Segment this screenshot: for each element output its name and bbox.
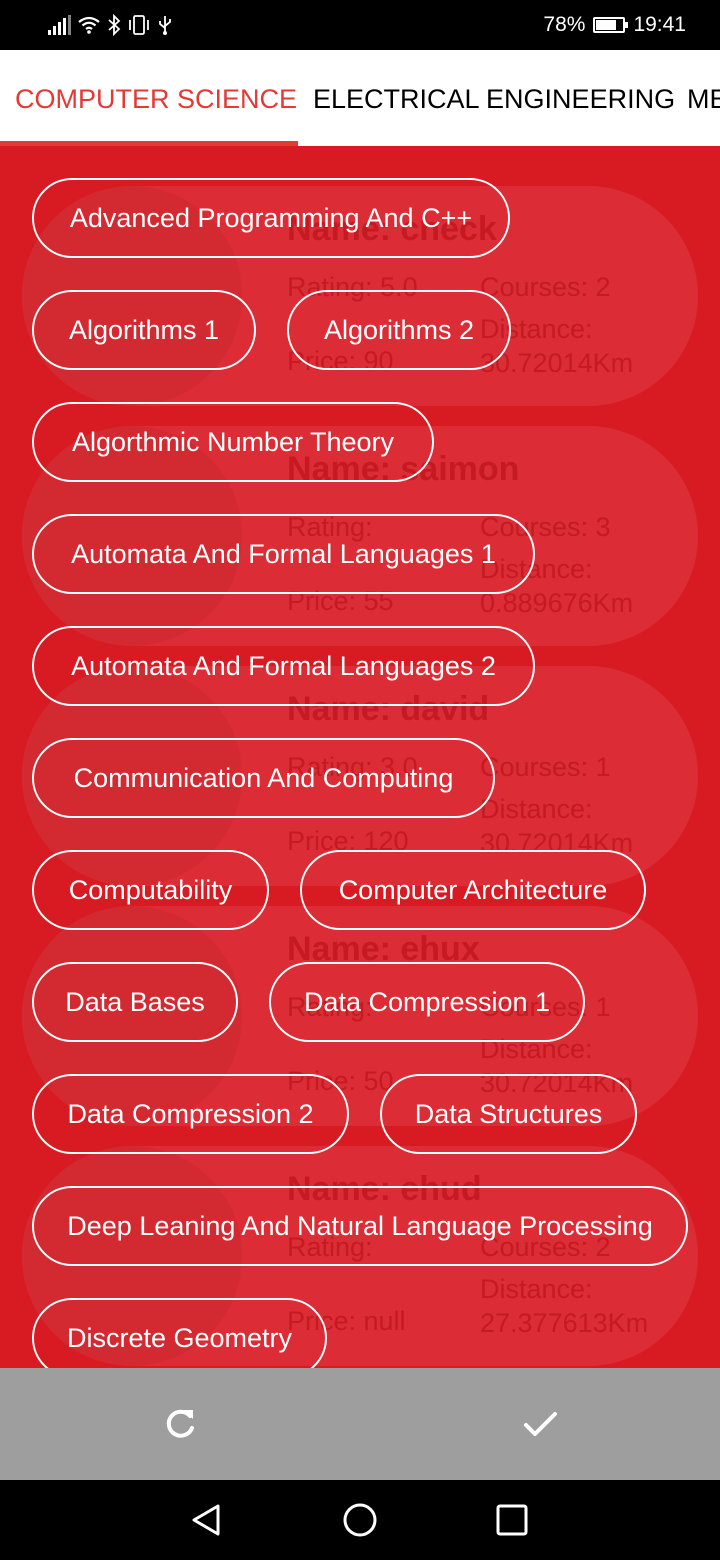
course-chip-list: Advanced Programming And C++ Algorithms … [0, 146, 720, 1368]
chip-course[interactable]: Data Bases [32, 962, 238, 1042]
status-icons [48, 12, 173, 38]
recents-square-icon [496, 1504, 528, 1536]
chip-course[interactable]: Automata And Formal Languages 2 [32, 626, 535, 706]
battery-percent: 78% [543, 13, 586, 36]
refresh-icon [166, 1409, 194, 1438]
chip-course[interactable]: Algorithms 2 [287, 290, 511, 370]
tab-computer-science[interactable]: COMPUTER SCIENCE [15, 50, 297, 146]
home-button[interactable] [340, 1500, 380, 1540]
back-triangle-icon [192, 1504, 220, 1536]
refresh-button[interactable] [152, 1396, 208, 1452]
recents-button[interactable] [492, 1500, 532, 1540]
back-button[interactable] [186, 1500, 226, 1540]
clock: 19:41 [633, 13, 686, 36]
bottom-action-bar [0, 1368, 720, 1480]
tab-mechanical-engineering[interactable]: ME [687, 50, 720, 146]
status-right: 78% 19:41 [543, 10, 686, 40]
vibrate-icon [129, 15, 149, 35]
chip-course[interactable]: Data Compression 1 [269, 962, 585, 1042]
signal-icon [48, 15, 71, 35]
chip-course[interactable]: Computer Architecture [300, 850, 646, 930]
bluetooth-icon [108, 14, 121, 36]
status-bar: 78% 19:41 [0, 0, 720, 50]
content-area: Name: check Rating: 5.0 Price: 90 Courses: … [0, 146, 720, 1368]
system-nav-bar [0, 1480, 720, 1560]
chip-course[interactable]: Advanced Programming And C++ [32, 178, 510, 258]
home-circle-icon [343, 1503, 377, 1537]
category-tab-bar: COMPUTER SCIENCE ELECTRICAL ENGINEERING … [0, 50, 720, 146]
check-icon [524, 1412, 557, 1436]
usb-icon [159, 16, 171, 35]
chip-course[interactable]: Data Structures [380, 1074, 637, 1154]
battery-icon [593, 17, 629, 33]
chip-course[interactable]: Computability [32, 850, 269, 930]
chip-course[interactable]: Data Compression 2 [32, 1074, 349, 1154]
chip-course[interactable]: Algorthmic Number Theory [32, 402, 434, 482]
chip-course[interactable]: Discrete Geometry [32, 1298, 327, 1368]
chip-course[interactable]: Communication And Computing [32, 738, 495, 818]
confirm-button[interactable] [512, 1396, 568, 1452]
chip-course[interactable]: Automata And Formal Languages 1 [32, 514, 535, 594]
chip-course[interactable]: Deep Leaning And Natural Language Proces… [32, 1186, 688, 1266]
wifi-icon [78, 16, 100, 34]
chip-course[interactable]: Algorithms 1 [32, 290, 256, 370]
tab-electrical-engineering[interactable]: ELECTRICAL ENGINEERING [313, 50, 675, 146]
